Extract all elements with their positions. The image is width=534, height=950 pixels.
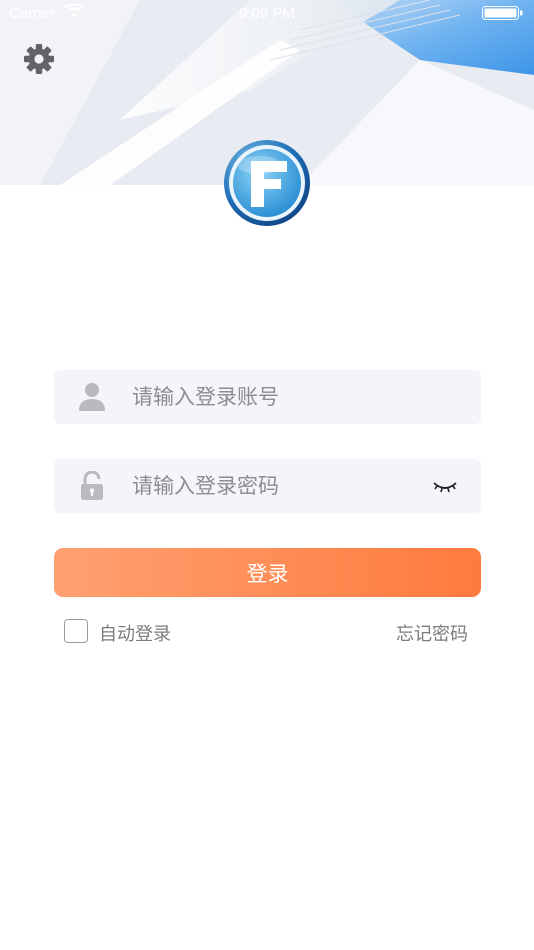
password-input[interactable]	[132, 459, 412, 513]
status-bar: Carrier 9:09 PM	[0, 0, 534, 28]
password-field[interactable]	[54, 459, 481, 513]
lock-icon	[81, 471, 103, 500]
account-field[interactable]	[54, 370, 481, 424]
account-input[interactable]	[132, 370, 412, 424]
battery-icon	[482, 6, 523, 20]
checkbox-box[interactable]	[64, 619, 88, 643]
login-button[interactable]: 登录	[54, 548, 481, 597]
settings-button[interactable]	[22, 42, 56, 76]
gear-icon	[24, 44, 54, 74]
app-logo	[223, 139, 311, 227]
status-time: 9:09 PM	[239, 5, 295, 22]
forgot-password-link[interactable]: 忘记密码	[396, 620, 468, 646]
auto-login-label: 自动登录	[99, 624, 171, 645]
user-icon	[79, 383, 105, 411]
app-logo-icon	[224, 140, 310, 226]
eye-closed-icon[interactable]	[431, 475, 459, 497]
